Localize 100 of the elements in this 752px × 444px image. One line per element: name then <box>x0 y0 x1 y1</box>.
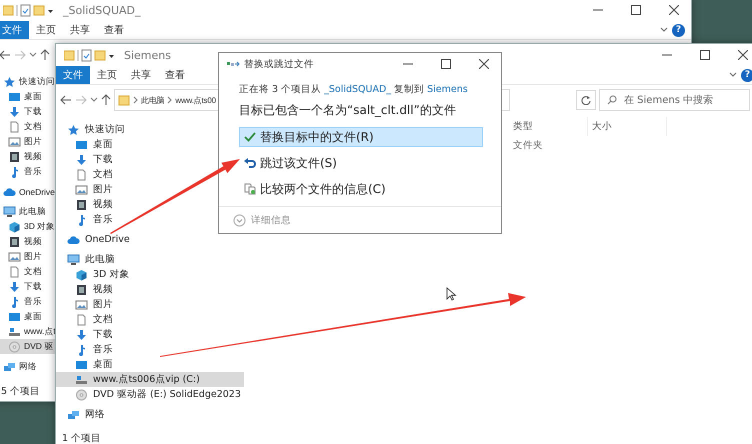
sidebar-item[interactable]: 下载 <box>0 104 56 119</box>
checkmark-icon <box>244 132 256 142</box>
picture-icon <box>8 250 21 262</box>
back-arrow-icon[interactable] <box>0 50 11 60</box>
sidebar-item[interactable]: OneDrive <box>56 232 244 247</box>
sidebar-item[interactable]: 视频 <box>0 149 56 164</box>
sidebar-item[interactable]: 图片 <box>0 249 56 264</box>
ribbon-tab[interactable]: 文件 <box>56 66 90 84</box>
sidebar-item[interactable]: 此电脑 <box>56 252 244 267</box>
document-icon <box>8 120 21 132</box>
sidebar-item[interactable]: 音乐 <box>0 294 56 309</box>
sidebar-item[interactable]: 桌面 <box>56 357 244 372</box>
sidebar-item[interactable]: 3D 对象 <box>0 219 56 234</box>
ribbon-tab[interactable]: 查看 <box>158 66 192 84</box>
chevron-down-icon[interactable] <box>729 72 737 78</box>
cloud-icon <box>3 186 16 198</box>
ribbon-tab[interactable]: 共享 <box>124 66 158 84</box>
sidebar-item[interactable]: www.点ts006点vip (C:) <box>56 372 244 387</box>
details-toggle[interactable]: 详细信息 <box>233 214 291 226</box>
status-bar-text: 5 个项目 <box>1 384 40 398</box>
download-arrow-icon <box>75 154 88 166</box>
ribbon-tab[interactable]: 文件 <box>0 21 29 39</box>
sidebar-item[interactable]: DVD 驱 <box>0 339 56 354</box>
sidebar-item[interactable]: 文档 <box>0 264 56 279</box>
sidebar-item[interactable]: 文档 <box>56 312 244 327</box>
network-icon <box>3 360 16 372</box>
desktop-icon <box>8 310 21 322</box>
sidebar-item[interactable]: 下载 <box>0 279 56 294</box>
sidebar-item[interactable]: 3D 对象 <box>56 267 244 282</box>
help-button[interactable]: ? <box>672 24 685 36</box>
desktop-icon <box>75 358 88 370</box>
sidebar-item[interactable]: 图片 <box>0 134 56 149</box>
sidebar-item[interactable]: 桌面 <box>0 309 56 324</box>
copy-status-text: 正在将 3 个项目从 _SolidSQUAD_ 复制到 Siemens <box>239 83 469 96</box>
close-icon[interactable] <box>669 5 679 15</box>
sidebar-item[interactable]: 音乐 <box>56 342 244 357</box>
refresh-icon <box>581 95 591 105</box>
refresh-button[interactable] <box>576 90 596 110</box>
ribbon-tab[interactable]: 查看 <box>97 21 131 39</box>
sidebar-item[interactable]: DVD 驱动器 (E:) SolidEdge2023 <box>56 387 244 402</box>
sidebar-item[interactable]: 音乐 <box>0 164 56 179</box>
maximize-icon[interactable] <box>631 5 641 15</box>
up-arrow-icon[interactable] <box>40 49 50 61</box>
sidebar-item[interactable]: 快速访问 <box>0 74 56 89</box>
disc-icon <box>8 340 21 352</box>
drive-icon <box>75 374 88 386</box>
ribbon-tab[interactable]: 主页 <box>90 66 124 84</box>
sidebar-item[interactable]: 桌面 <box>0 89 56 104</box>
quick-access-toolbar-icon[interactable] <box>64 48 116 62</box>
picture-icon <box>8 136 21 148</box>
help-button[interactable]: ? <box>741 68 752 82</box>
ribbon-tab[interactable]: 主页 <box>29 21 63 39</box>
close-icon[interactable] <box>479 59 489 69</box>
dropdown-caret-icon[interactable] <box>29 52 37 58</box>
close-icon[interactable] <box>738 50 748 60</box>
up-arrow-icon[interactable] <box>101 94 111 106</box>
undo-arrow-icon <box>244 158 256 168</box>
sidebar-item[interactable]: 视频 <box>56 282 244 297</box>
mouse-pointer-icon <box>446 287 457 302</box>
search-icon <box>607 95 617 105</box>
folder-icon <box>118 94 130 106</box>
choice-option[interactable]: 比较两个文件的信息(C) <box>239 179 483 199</box>
sidebar-item[interactable]: 网络 <box>0 359 56 374</box>
sidebar-item[interactable]: 网络 <box>56 407 244 422</box>
download-arrow-icon <box>8 106 21 118</box>
choice-option[interactable]: 跳过该文件(S) <box>239 153 483 173</box>
search-field[interactable]: 在 Siemens 中搜索 <box>599 89 750 111</box>
computer-icon <box>3 206 16 218</box>
back-arrow-icon[interactable] <box>60 95 72 105</box>
document-icon <box>75 168 88 180</box>
picture-icon <box>75 184 88 196</box>
window-title: _SolidSQUAD_ <box>63 4 140 16</box>
sidebar-item[interactable]: 图片 <box>56 297 244 312</box>
maximize-icon[interactable] <box>441 59 451 69</box>
sidebar-item[interactable]: 此电脑 <box>0 204 56 219</box>
desktop-icon <box>8 90 21 102</box>
breadcrumb-item[interactable]: www.点ts00 <box>175 94 216 106</box>
column-header[interactable]: 大小 <box>588 117 667 136</box>
star-icon <box>3 76 16 88</box>
sidebar-item[interactable]: OneDrive <box>0 184 56 199</box>
maximize-icon[interactable] <box>700 50 710 60</box>
chevron-down-icon[interactable] <box>660 27 668 33</box>
ribbon-tab[interactable]: 共享 <box>63 21 97 39</box>
cube-icon <box>8 220 21 232</box>
star-icon <box>67 124 80 136</box>
folder-link[interactable]: Siemens <box>427 84 468 95</box>
sidebar-item[interactable]: 下载 <box>56 327 244 342</box>
desktop-icon <box>75 138 88 150</box>
column-header[interactable]: 类型 <box>509 117 588 136</box>
chevron-circle-icon <box>233 214 246 226</box>
sidebar-item[interactable]: 文档 <box>0 119 56 134</box>
choice-option[interactable]: 替换目标中的文件(R) <box>239 127 483 147</box>
film-icon <box>75 198 88 210</box>
window-title: Siemens <box>124 48 171 62</box>
breadcrumb-item[interactable]: 此电脑 <box>141 94 164 106</box>
folder-link[interactable]: _SolidSQUAD_ <box>324 84 392 95</box>
quick-access-toolbar-icon[interactable] <box>3 4 55 16</box>
film-icon <box>75 284 88 296</box>
dropdown-caret-icon[interactable] <box>90 97 98 103</box>
sidebar-item[interactable]: 视频 <box>0 234 56 249</box>
